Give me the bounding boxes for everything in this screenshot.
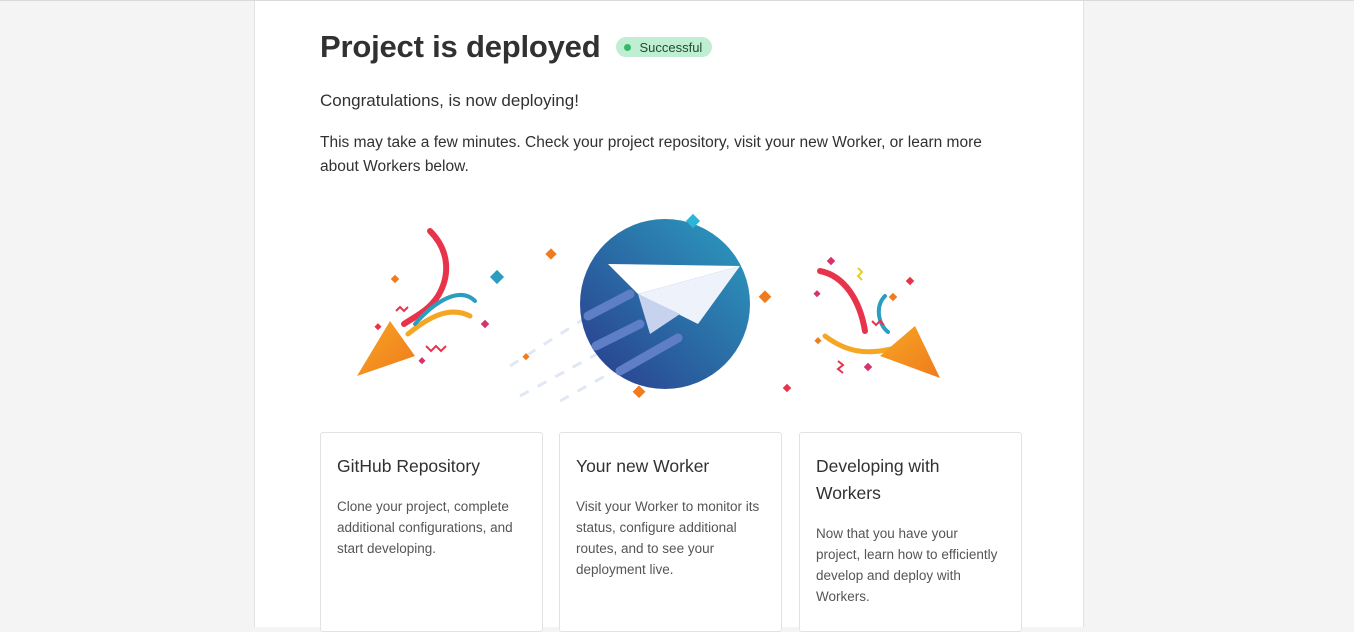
deploy-description: This may take a few minutes. Check your … — [320, 134, 982, 175]
party-popper-right-icon — [813, 256, 940, 378]
card-title: GitHub Repository — [337, 456, 480, 476]
deployment-panel: Project is deployed Successful Congratul… — [254, 1, 1084, 632]
paper-plane-icon — [580, 219, 750, 389]
status-badge: Successful — [616, 37, 713, 57]
card-body: Visit your Worker to monitor its status,… — [576, 499, 760, 577]
party-popper-left-icon — [357, 228, 505, 376]
status-badge-label: Successful — [639, 39, 703, 55]
github-repository-card[interactable]: GitHub Repository Clone your project, co… — [320, 432, 543, 632]
card-title: Your new Worker — [576, 456, 710, 476]
title-row: Project is deployed Successful — [320, 29, 713, 65]
card-body: Clone your project, complete additional … — [337, 499, 513, 556]
new-worker-card[interactable]: Your new Worker Visit your Worker to mon… — [559, 432, 782, 632]
deploy-illustration — [357, 213, 940, 403]
congrats-message: Congratulations, is now deploying! — [320, 91, 579, 110]
card-body: Now that you have your project, learn ho… — [816, 526, 998, 604]
developing-workers-card[interactable]: Developing with Workers Now that you hav… — [799, 432, 1022, 632]
card-title: Developing with Workers — [816, 456, 940, 503]
status-dot-icon — [624, 43, 632, 51]
page-title: Project is deployed — [320, 29, 601, 64]
